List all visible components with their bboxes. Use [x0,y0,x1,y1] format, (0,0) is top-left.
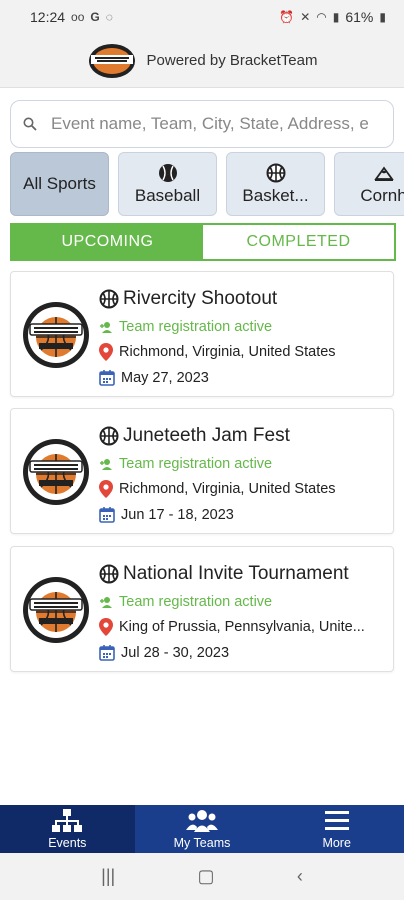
location-pin-icon [99,618,113,636]
add-user-icon [100,321,112,333]
nav-label: Events [48,836,87,850]
status-bar: 12:24 oo G ◌ ⏰ ✕ ◠ ▮ 61% ▮ [0,0,404,34]
location-pin-icon [99,480,113,498]
event-card[interactable]: Juneteeth Jam Fest Team registration act… [10,408,394,534]
cornhole-icon [373,162,395,184]
chip-label: All Sports [23,174,96,193]
event-location: Richmond, Virginia, United States [119,344,336,360]
basketball-icon [99,289,119,309]
signal-icon: ▮ [332,10,340,24]
baseball-icon [158,162,178,184]
tab-upcoming[interactable]: UPCOMING [12,225,203,259]
event-date: Jul 28 - 30, 2023 [121,644,230,661]
users-icon [186,810,218,832]
search-icon [23,117,37,131]
menu-icon [324,811,349,830]
bottom-nav: Events My Teams More [0,805,404,853]
sport-filter-list: All Sports Baseball Basket... Cornh [10,152,404,218]
system-nav-bar: ||| ▢ ‹ [0,853,404,900]
team-logo [23,439,89,505]
chip-cornhole[interactable]: Cornh [334,152,404,216]
chip-basketball[interactable]: Basket... [226,152,325,216]
nav-more[interactable]: More [269,805,404,853]
event-title: National Invite Tournament [123,563,349,584]
brackets-logo [88,43,135,78]
wifi-icon: ◠ [316,10,327,24]
clock: 12:24 [30,9,66,25]
chip-label: Baseball [134,186,201,205]
event-location: Richmond, Virginia, United States [119,481,336,497]
chat-icon: ◌ [105,10,113,24]
registration-status: Team registration active [119,319,273,335]
back-icon[interactable]: ‹ [297,866,303,887]
event-title: Rivercity Shootout [123,288,278,309]
team-logo [23,302,89,368]
voicemail-icon: oo [71,10,85,24]
event-location: King of Prussia, Pennsylvania, Unite... [119,619,365,635]
calendar-icon [99,507,115,523]
nav-events[interactable]: Events [0,805,135,853]
nav-my-teams[interactable]: My Teams [135,805,270,853]
mute-icon: ✕ [300,10,311,24]
event-date: Jun 17 - 18, 2023 [121,506,234,523]
sitemap-icon [52,809,83,832]
event-status-tabs: UPCOMING COMPLETED [10,223,396,261]
event-date: May 27, 2023 [121,369,209,386]
location-pin-icon [99,343,113,361]
add-user-icon [100,458,112,470]
app-header: Powered by BracketTeam [0,34,404,88]
home-icon[interactable]: ▢ [198,866,215,887]
battery-level: 61% [345,9,374,25]
chip-label: Cornh [360,186,404,205]
chip-baseball[interactable]: Baseball [118,152,217,216]
recents-icon[interactable]: ||| [101,866,115,887]
search-placeholder: Event name, Team, City, State, Address, … [51,114,369,133]
event-title: Juneteeth Jam Fest [123,425,290,446]
alarm-icon: ⏰ [279,10,295,24]
calendar-icon [99,645,115,661]
team-logo [23,577,89,643]
basketball-icon [99,426,119,446]
nav-label: My Teams [173,836,231,850]
event-card[interactable]: National Invite Tournament Team registra… [10,546,394,672]
battery-icon: ▮ [379,10,386,24]
search-input[interactable]: Event name, Team, City, State, Address, … [10,100,394,148]
add-user-icon [100,596,112,608]
basketball-icon [99,564,119,584]
chip-label: Basket... [242,186,309,205]
registration-status: Team registration active [119,456,273,472]
calendar-icon [99,370,115,386]
chip-all-sports[interactable]: All Sports [10,152,109,216]
tab-completed[interactable]: COMPLETED [203,225,394,259]
registration-status: Team registration active [119,594,273,610]
nav-label: More [322,836,351,850]
google-icon: G [90,10,100,24]
basketball-icon [266,162,286,184]
powered-by-text: Powered by BracketTeam [146,52,318,69]
event-card[interactable]: Rivercity Shootout Team registration act… [10,271,394,397]
